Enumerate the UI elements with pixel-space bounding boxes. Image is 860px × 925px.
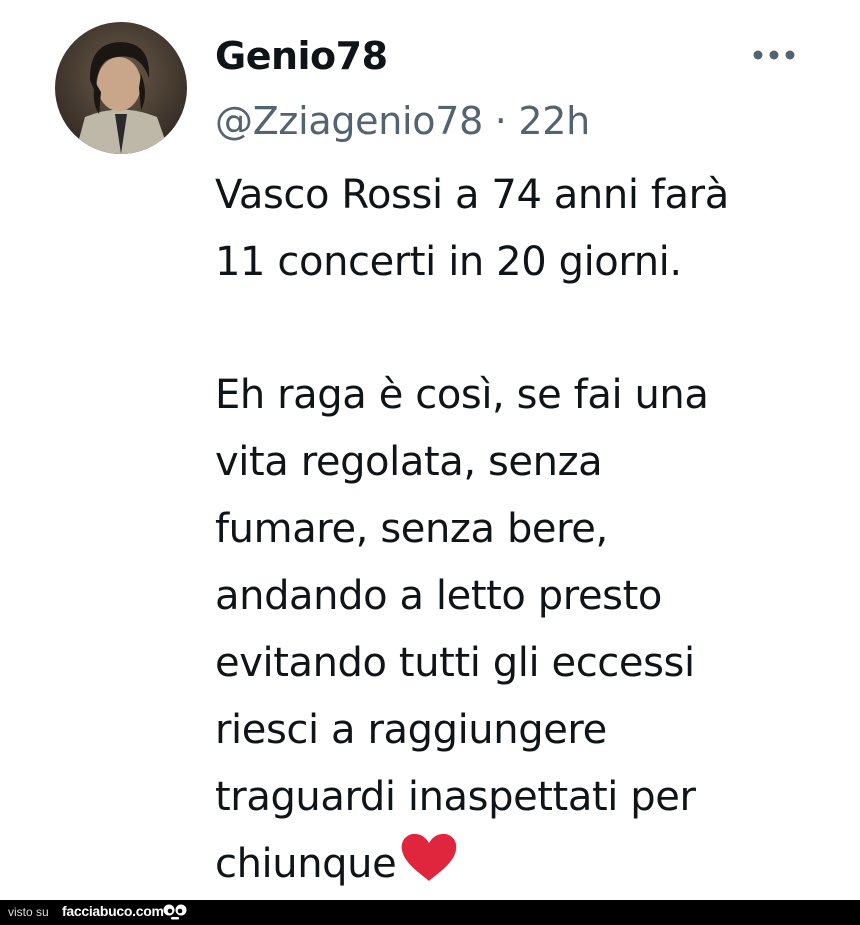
avatar-image: [55, 22, 187, 154]
tweet-line: Vasco Rossi a 74 anni farà: [215, 172, 729, 218]
tweet-line: evitando tutti gli eccessi: [215, 640, 695, 686]
handle-line: @Zziagenio78 · 22h: [215, 95, 590, 147]
tweet-line: andando a letto presto: [215, 573, 662, 619]
tweet-text: Vasco Rossi a 74 anni farà 11 concerti i…: [215, 162, 835, 898]
tweet-line: Eh raga è così, se fai una: [215, 372, 709, 418]
tweet-timestamp[interactable]: 22h: [518, 99, 590, 143]
separator-dot: ·: [494, 99, 507, 143]
more-dots-icon: [753, 50, 795, 60]
facciabuco-face-logo-icon: [163, 904, 187, 920]
display-name[interactable]: Genio78: [215, 30, 388, 82]
tweet-line: riesci a raggiungere: [215, 707, 607, 753]
tweet-line: vita regolata, senza: [215, 439, 603, 485]
avatar[interactable]: [55, 22, 187, 154]
heart-icon: [402, 833, 457, 881]
tweet-line: fumare, senza bere,: [215, 506, 608, 552]
tweet-line: 11 concerti in 20 giorni.: [215, 239, 682, 285]
tweet-last-line: chiunque: [215, 831, 835, 898]
user-handle[interactable]: @Zziagenio78: [215, 99, 483, 143]
footer-prefix: visto su: [8, 905, 49, 919]
footer-site-name: facciabuco.com: [62, 903, 164, 919]
watermark-footer: visto su facciabuco.com: [0, 900, 860, 925]
tweet-line: chiunque: [215, 841, 397, 887]
tweet-line: traguardi inaspettati per: [215, 774, 696, 820]
more-options-button[interactable]: [746, 38, 802, 72]
